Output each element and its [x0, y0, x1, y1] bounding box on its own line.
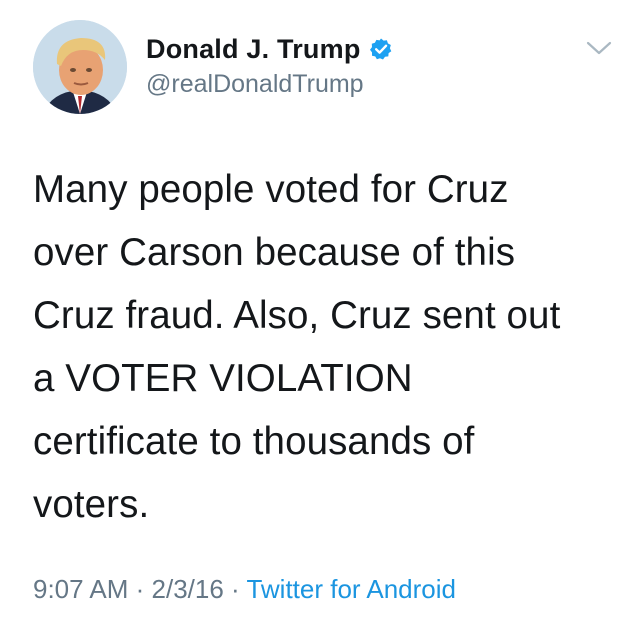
- tweet-card: Donald J. Trump @realDonaldTrump Many pe…: [0, 0, 640, 634]
- chevron-down-icon[interactable]: [584, 38, 614, 58]
- verified-badge-icon: [369, 37, 393, 61]
- avatar-image: [33, 20, 127, 114]
- tweet-metadata: 9:07 AM · 2/3/16 · Twitter for Android: [33, 574, 456, 605]
- author-name-row[interactable]: Donald J. Trump: [146, 30, 393, 68]
- author-handle[interactable]: @realDonaldTrump: [146, 70, 364, 99]
- tweet-date[interactable]: 2/3/16: [152, 574, 224, 604]
- tweet-time[interactable]: 9:07 AM: [33, 574, 128, 604]
- meta-separator: ·: [223, 574, 247, 604]
- avatar[interactable]: [33, 20, 127, 114]
- tweet-text: Many people voted for Cruz over Carson b…: [33, 168, 561, 526]
- display-name[interactable]: Donald J. Trump: [146, 34, 361, 65]
- meta-separator: ·: [128, 574, 152, 604]
- tweet-source-link[interactable]: Twitter for Android: [246, 574, 456, 604]
